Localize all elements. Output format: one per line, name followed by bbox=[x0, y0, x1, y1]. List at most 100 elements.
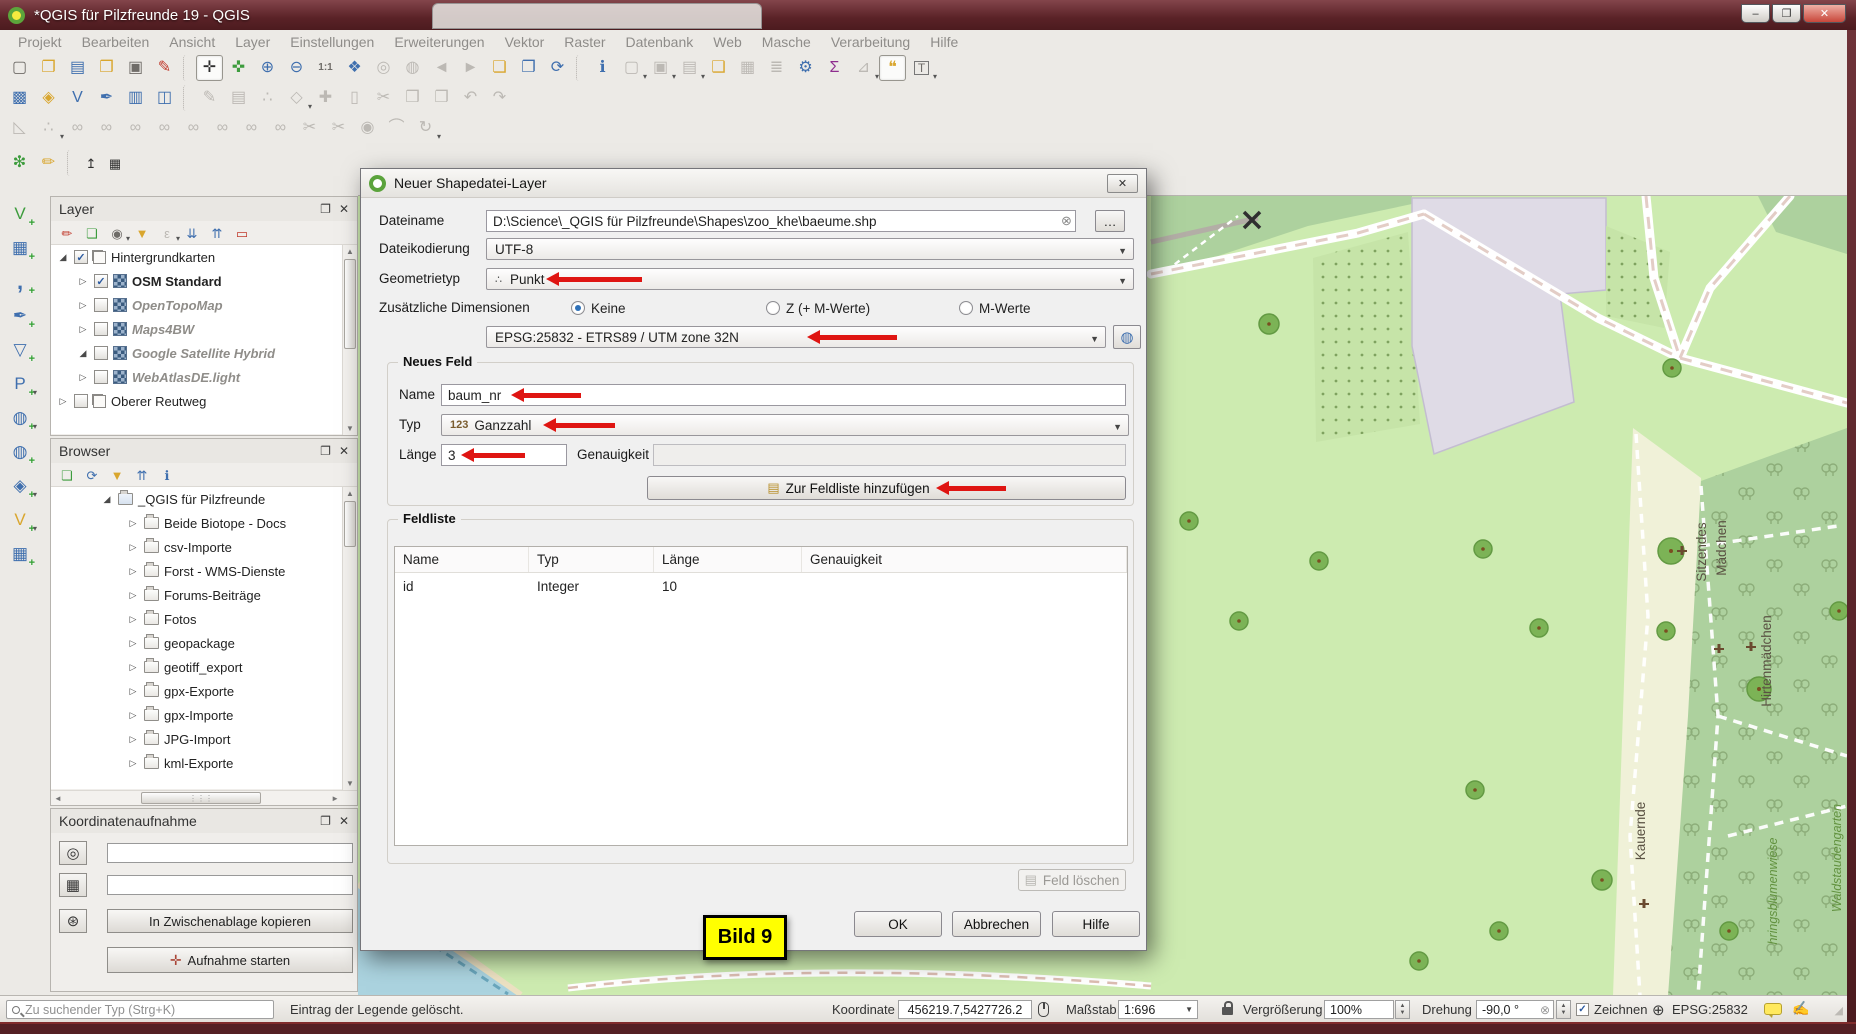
filter-expression-icon[interactable]: ε▾ bbox=[156, 223, 178, 243]
statistics-icon[interactable]: Σ+▾ bbox=[821, 55, 848, 81]
browser-folder-jpg-import[interactable]: ▷JPG-Import bbox=[51, 727, 342, 751]
browser-folder-fotos[interactable]: ▷Fotos bbox=[51, 607, 342, 631]
collapse-browser-icon[interactable]: ⇈▾ bbox=[131, 465, 153, 485]
add-to-fieldlist-button[interactable]: ▤ Zur Feldliste hinzufügen bbox=[647, 476, 1126, 500]
minimize-button[interactable]: – bbox=[1741, 4, 1770, 23]
locator-search[interactable] bbox=[6, 1000, 274, 1019]
style-manager-icon[interactable]: ✎+▾ bbox=[151, 55, 178, 81]
drehung-spinner[interactable]: ▲▼ bbox=[1556, 1000, 1571, 1019]
name-input[interactable]: baum_nr bbox=[441, 384, 1126, 406]
menu-projekt[interactable]: Projekt bbox=[8, 31, 72, 53]
column-header[interactable]: Genauigkeit bbox=[802, 547, 1127, 572]
raster-tools-icon[interactable]: ▥+▾ bbox=[122, 85, 149, 111]
add-wms-layer-icon[interactable]: ◍+▾ bbox=[5, 404, 35, 431]
field-calculator-icon[interactable]: ≣+▾ bbox=[763, 55, 790, 81]
layer-group-oberer-reutweg[interactable]: ▷Oberer Reutweg bbox=[51, 389, 342, 413]
vertex-tool-icon[interactable]: V+▾ bbox=[64, 85, 91, 111]
copy-features-icon[interactable]: ❒+▾ bbox=[399, 85, 426, 111]
layer-group-hintergrundkarten[interactable]: ◢✓Hintergrundkarten bbox=[51, 245, 342, 269]
zoom-next-icon[interactable]: ►+▾ bbox=[457, 55, 484, 81]
crs-picker-button[interactable]: ◍ bbox=[1113, 325, 1141, 349]
radio-m-werte[interactable]: M-Werte bbox=[959, 297, 1031, 319]
add-selected-layers-icon[interactable]: ❏▾ bbox=[56, 465, 78, 485]
zoom-to-selection-icon[interactable]: ◎+▾ bbox=[370, 55, 397, 81]
layer-osm-standard[interactable]: ▷✓OSM Standard bbox=[51, 269, 342, 293]
new-scratch-layer-icon[interactable]: ✒+▾ bbox=[93, 85, 120, 111]
open-layer-styling-icon[interactable]: ✏▾ bbox=[56, 223, 78, 243]
column-header[interactable]: Länge bbox=[654, 547, 802, 572]
snap-grid-icon[interactable]: ▦+▾ bbox=[104, 152, 126, 174]
menu-masche[interactable]: Masche bbox=[752, 31, 821, 53]
filter-browser-icon[interactable]: ▼▾ bbox=[106, 465, 128, 485]
koordinate-input[interactable]: 456219.7,5427726.2 bbox=[898, 1000, 1032, 1019]
browser-folder-csv-importe[interactable]: ▷csv-Importe bbox=[51, 535, 342, 559]
massstab-select[interactable]: 1:696▼ bbox=[1118, 1000, 1198, 1019]
copy-to-clipboard-button[interactable]: In Zwischenablage kopieren bbox=[107, 909, 353, 933]
toggle-editing-icon[interactable]: ✎+▾ bbox=[196, 85, 223, 111]
refresh-map-icon[interactable]: ⟳+▾ bbox=[544, 55, 571, 81]
close-button[interactable]: ✕ bbox=[1803, 4, 1846, 23]
save-project-icon[interactable]: ▤+▾ bbox=[64, 55, 91, 81]
menu-bearbeiten[interactable]: Bearbeiten bbox=[72, 31, 160, 53]
advanced-digitize-icon[interactable]: ∞+▾ bbox=[267, 115, 294, 141]
layer-webatlasde-light[interactable]: ▷WebAtlasDE.light bbox=[51, 365, 342, 389]
expand-all-icon[interactable]: ⇊▾ bbox=[181, 223, 203, 243]
new-print-layout-icon[interactable]: ❒+▾ bbox=[93, 55, 120, 81]
add-virtual-layer-icon[interactable]: V+▾ bbox=[5, 506, 35, 533]
menu-einstellungen[interactable]: Einstellungen bbox=[280, 31, 384, 53]
close-panel-icon[interactable]: ✕ bbox=[339, 202, 349, 216]
table-row[interactable]: id Integer 10 bbox=[395, 573, 1127, 599]
menu-layer[interactable]: Layer bbox=[225, 31, 280, 53]
layer-maps4bw[interactable]: ▷Maps4BW bbox=[51, 317, 342, 341]
close-panel-icon[interactable]: ✕ bbox=[339, 814, 349, 828]
zoom-out-icon[interactable]: ⊖+▾ bbox=[283, 55, 310, 81]
remove-layer-icon[interactable]: ▭▾ bbox=[231, 223, 253, 243]
digitize-point-icon[interactable]: ∴+▾ bbox=[254, 85, 281, 111]
arc-tool-icon[interactable]: ⌒+▾ bbox=[383, 115, 410, 141]
browser-folder-geotiff-export[interactable]: ▷geotiff_export bbox=[51, 655, 342, 679]
mouse-position-icon[interactable] bbox=[1038, 1002, 1049, 1017]
save-edits-icon[interactable]: ▤+▾ bbox=[225, 85, 252, 111]
float-panel-icon[interactable]: ❐ bbox=[320, 202, 331, 216]
coordinate-field-2[interactable] bbox=[107, 875, 353, 895]
browser-folder-geopackage[interactable]: ▷geopackage bbox=[51, 631, 342, 655]
annotation-icon[interactable]: ❑+▾ bbox=[705, 55, 732, 81]
plugin-icon[interactable]: ❇+▾ bbox=[6, 150, 33, 176]
show-bookmarks-icon[interactable]: ❐+▾ bbox=[515, 55, 542, 81]
menu-vektor[interactable]: Vektor bbox=[495, 31, 555, 53]
select-by-value-icon[interactable]: ▤+▾ bbox=[676, 55, 703, 81]
help-button[interactable]: Hilfe bbox=[1052, 911, 1140, 937]
collapse-all-icon[interactable]: ⇈▾ bbox=[206, 223, 228, 243]
rotate-point-icon[interactable]: ↻+▾ bbox=[412, 115, 439, 141]
datasource-manager-icon[interactable]: ▩+▾ bbox=[6, 85, 33, 111]
snapping-options-icon[interactable]: ∴+▾ bbox=[35, 115, 62, 141]
vergroesserung-spinner[interactable]: ▲▼ bbox=[1395, 1000, 1410, 1019]
menu-erweiterungen[interactable]: Erweiterungen bbox=[384, 31, 494, 53]
layer-google-satellite-hybrid[interactable]: ◢Google Satellite Hybrid bbox=[51, 341, 342, 365]
select-features-icon[interactable]: ▢+▾ bbox=[618, 55, 645, 81]
radio-z-m-werte[interactable]: Z (+ M-Werte) bbox=[766, 297, 870, 319]
browser-tree-hscrollbar[interactable]: ◄ ⋮⋮⋮ ► bbox=[51, 790, 357, 805]
maximize-button[interactable]: ❐ bbox=[1772, 4, 1801, 23]
search-input[interactable] bbox=[25, 1003, 268, 1017]
close-panel-icon[interactable]: ✕ bbox=[339, 444, 349, 458]
sensor-icon[interactable]: ⊛ bbox=[59, 909, 87, 933]
layer-tree-scrollbar[interactable]: ▲ ▼ bbox=[342, 245, 357, 435]
new-bookmark-icon[interactable]: ❏+▾ bbox=[486, 55, 513, 81]
advanced-digitize-icon[interactable]: ∞+▾ bbox=[238, 115, 265, 141]
epsg-status[interactable]: EPSG:25832 bbox=[1672, 996, 1748, 1023]
advanced-digitize-icon[interactable]: ∞+▾ bbox=[93, 115, 120, 141]
column-header[interactable]: Typ bbox=[529, 547, 654, 572]
clear-icon[interactable]: ⊗ bbox=[1540, 1003, 1550, 1017]
typ-select[interactable]: 123Ganzzahl▼ bbox=[441, 414, 1129, 436]
map-tips-icon[interactable]: ❝+▾ bbox=[879, 55, 906, 81]
zoom-native-icon[interactable]: 1:1+▾ bbox=[312, 55, 339, 81]
layer-opentopomap[interactable]: ▷OpenTopoMap bbox=[51, 293, 342, 317]
dateikodierung-select[interactable]: UTF-8▼ bbox=[486, 238, 1134, 260]
dateiname-input[interactable]: D:\Science\_QGIS für Pilzfreunde\Shapes\… bbox=[486, 210, 1076, 232]
menu-datenbank[interactable]: Datenbank bbox=[616, 31, 704, 53]
browser-tree-vscrollbar[interactable]: ▲ ▼ bbox=[342, 487, 357, 790]
zeichnen-checkbox[interactable]: ✓ bbox=[1576, 1003, 1589, 1016]
menu-web[interactable]: Web bbox=[703, 31, 752, 53]
browser-folder-forums-beitraege[interactable]: ▷Forums-Beiträge bbox=[51, 583, 342, 607]
